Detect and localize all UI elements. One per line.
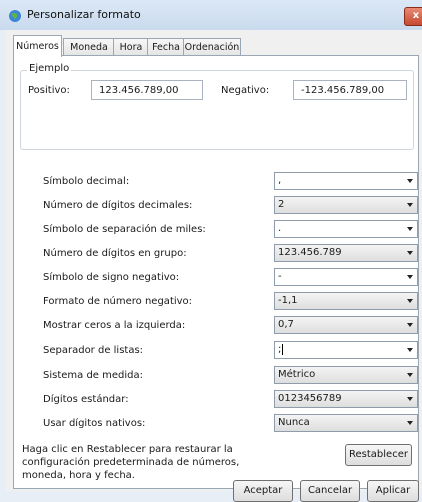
cancel-button[interactable]: Cancelar — [300, 480, 360, 502]
chevron-down-icon — [407, 373, 413, 377]
negative-format-select[interactable]: -1,1 — [274, 292, 418, 310]
tab-ordenacion[interactable]: Ordenación — [183, 38, 241, 56]
negative-format-label: Formato de número negativo: — [43, 296, 193, 307]
tab-numeros[interactable]: Números — [13, 35, 62, 57]
chevron-down-icon — [407, 179, 413, 183]
chevron-down-icon — [407, 227, 413, 231]
decimal-digits-label: Número de dígitos decimales: — [43, 200, 193, 211]
chevron-down-icon — [407, 275, 413, 279]
negative-label: Negativo: — [221, 85, 270, 96]
native-digits-select[interactable]: Nunca — [274, 414, 418, 432]
numbers-panel: Ejemplo Positivo: 123.456.789,00 Negativ… — [13, 55, 419, 489]
positive-label: Positivo: — [28, 85, 70, 96]
native-digits-label: Usar dígitos nativos: — [43, 418, 146, 429]
close-button[interactable]: x — [404, 7, 422, 26]
decimal-symbol-combo[interactable]: , — [274, 172, 418, 190]
chevron-down-icon — [407, 421, 413, 425]
reset-button[interactable]: Restablecer — [345, 444, 412, 466]
title-bar: Personalizar formato x — [0, 0, 422, 30]
tab-hora[interactable]: Hora — [113, 38, 149, 56]
leading-zeros-select[interactable]: 0,7 — [274, 316, 418, 334]
positive-example: 123.456.789,00 — [91, 80, 203, 100]
chevron-down-icon — [407, 299, 413, 303]
apply-button[interactable]: Aplicar — [367, 480, 419, 502]
negative-sign-label: Símbolo de signo negativo: — [43, 272, 180, 283]
decimal-symbol-label: Símbolo decimal: — [43, 176, 130, 187]
tab-moneda[interactable]: Moneda — [63, 38, 115, 56]
standard-digits-label: Dígitos estándar: — [43, 394, 129, 405]
thousands-separator-label: Símbolo de separación de miles: — [43, 224, 206, 235]
standard-digits-select[interactable]: 0123456789 — [274, 390, 418, 408]
leading-zeros-label: Mostrar ceros a la izquierda: — [43, 320, 186, 331]
digit-grouping-select[interactable]: 123.456.789 — [274, 244, 418, 262]
chevron-down-icon — [407, 397, 413, 401]
dialog-client: Números Moneda Hora Fecha Ordenación Eje… — [6, 30, 422, 502]
text-caret — [282, 343, 284, 355]
chevron-down-icon — [407, 348, 413, 352]
reset-help-text: Haga clic en Restablecer para restaurar … — [22, 444, 240, 481]
list-separator-label: Separador de listas: — [43, 345, 144, 356]
list-separator-combo[interactable]: ; — [274, 341, 418, 359]
accept-button[interactable]: Aceptar — [233, 480, 293, 502]
example-group: Ejemplo Positivo: 123.456.789,00 Negativ… — [20, 63, 414, 150]
negative-example: -123.456.789,00 — [293, 80, 407, 100]
negative-sign-combo[interactable]: - — [274, 268, 418, 286]
digit-grouping-label: Número de dígitos en grupo: — [43, 248, 187, 259]
measurement-system-select[interactable]: Métrico — [274, 366, 418, 384]
tab-fecha[interactable]: Fecha — [147, 38, 185, 56]
region-settings-icon — [9, 10, 21, 22]
thousands-separator-combo[interactable]: . — [274, 220, 418, 238]
measurement-system-label: Sistema de medida: — [43, 370, 143, 381]
window-title: Personalizar formato — [27, 8, 141, 21]
example-legend: Ejemplo — [27, 63, 72, 74]
chevron-down-icon — [407, 203, 413, 207]
chevron-down-icon — [407, 323, 413, 327]
decimal-digits-select[interactable]: 2 — [274, 196, 418, 214]
chevron-down-icon — [407, 251, 413, 255]
